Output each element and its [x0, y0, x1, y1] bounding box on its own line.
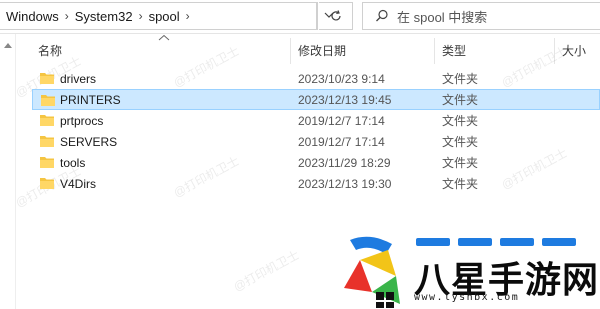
search-icon — [376, 9, 388, 22]
breadcrumb-label: Windows — [6, 8, 59, 24]
file-row-prtprocs[interactable]: prtprocs 2019/12/7 17:14 文件夹 — [32, 110, 600, 131]
column-name-label: 名称 — [38, 43, 63, 58]
logo-mark-icon — [344, 236, 400, 308]
logo-decoration — [458, 238, 492, 246]
file-date: 2023/11/29 18:29 — [298, 155, 391, 170]
folder-icon — [40, 136, 54, 147]
address-bar[interactable]: Windows › System32 › spool › — [0, 2, 318, 30]
address-toolbar: Windows › System32 › spool › 在 spool 中搜索 — [0, 0, 600, 34]
file-list: drivers 2023/10/23 9:14 文件夹 PRINTERS 202… — [32, 68, 600, 194]
file-row-drivers[interactable]: drivers 2023/10/23 9:14 文件夹 — [32, 68, 600, 89]
folder-icon — [41, 95, 55, 106]
file-date: 2023/12/13 19:45 — [298, 92, 392, 107]
chevron-right-icon[interactable]: › — [59, 9, 75, 23]
breadcrumb-system32[interactable]: System32 — [75, 9, 133, 24]
file-name: tools — [60, 155, 86, 170]
refresh-button[interactable] — [325, 6, 347, 26]
logo-decoration — [416, 238, 450, 246]
site-logo: 八星手游网 www.lyshbx.com — [330, 228, 600, 309]
file-row-tools[interactable]: tools 2023/11/29 18:29 文件夹 — [32, 152, 600, 173]
column-size[interactable]: 大小 — [562, 34, 600, 66]
file-name: prtprocs — [60, 113, 104, 128]
chevron-right-icon[interactable]: › — [180, 9, 196, 23]
folder-icon — [40, 73, 54, 84]
logo-decoration — [500, 238, 534, 246]
file-type: 文件夹 — [442, 72, 479, 86]
column-date[interactable]: 修改日期 — [298, 34, 428, 66]
column-name[interactable]: 名称 — [38, 34, 288, 66]
file-name: drivers — [60, 71, 97, 86]
search-placeholder: 在 spool 中搜索 — [397, 9, 488, 25]
logo-url: www.lyshbx.com — [414, 292, 520, 303]
column-size-label: 大小 — [562, 43, 587, 58]
file-row-printers[interactable]: PRINTERS 2023/12/13 19:45 文件夹 — [32, 89, 600, 110]
column-divider[interactable] — [434, 38, 435, 64]
file-type: 文件夹 — [442, 114, 479, 128]
navigation-pane — [0, 34, 16, 309]
file-type: 文件夹 — [442, 93, 479, 107]
breadcrumb-label: System32 — [74, 8, 133, 24]
logo-decoration — [542, 238, 576, 246]
file-date: 2023/10/23 9:14 — [298, 71, 385, 86]
chevron-right-icon[interactable]: › — [133, 9, 149, 23]
file-date: 2019/12/7 17:14 — [298, 134, 385, 149]
file-name: SERVERS — [60, 134, 118, 149]
column-date-label: 修改日期 — [298, 43, 347, 58]
breadcrumb-spool[interactable]: spool — [149, 9, 180, 24]
file-row-v4dirs[interactable]: V4Dirs 2023/12/13 19:30 文件夹 — [32, 173, 600, 194]
file-type: 文件夹 — [442, 177, 479, 191]
file-name: V4Dirs — [60, 176, 97, 191]
column-type-label: 类型 — [442, 43, 467, 58]
folder-icon — [40, 115, 54, 126]
watermark: @打印机卫士 — [231, 247, 302, 295]
column-divider[interactable] — [554, 38, 555, 64]
file-date: 2019/12/7 17:14 — [298, 113, 385, 128]
file-date: 2023/12/13 19:30 — [298, 176, 392, 191]
file-row-servers[interactable]: SERVERS 2019/12/7 17:14 文件夹 — [32, 131, 600, 152]
file-type: 文件夹 — [442, 135, 479, 149]
file-name: PRINTERS — [60, 92, 121, 107]
breadcrumb-label: spool — [148, 8, 180, 24]
refresh-icon — [331, 10, 341, 21]
folder-icon — [40, 178, 54, 189]
column-type[interactable]: 类型 — [442, 34, 542, 66]
scroll-up-icon[interactable] — [4, 42, 12, 50]
file-type: 文件夹 — [442, 156, 479, 170]
folder-icon — [40, 157, 54, 168]
column-header: 名称 修改日期 类型 大小 — [16, 34, 600, 66]
search-input[interactable]: 在 spool 中搜索 — [362, 2, 600, 30]
column-divider[interactable] — [290, 38, 291, 64]
breadcrumb-windows[interactable]: Windows — [6, 9, 59, 24]
